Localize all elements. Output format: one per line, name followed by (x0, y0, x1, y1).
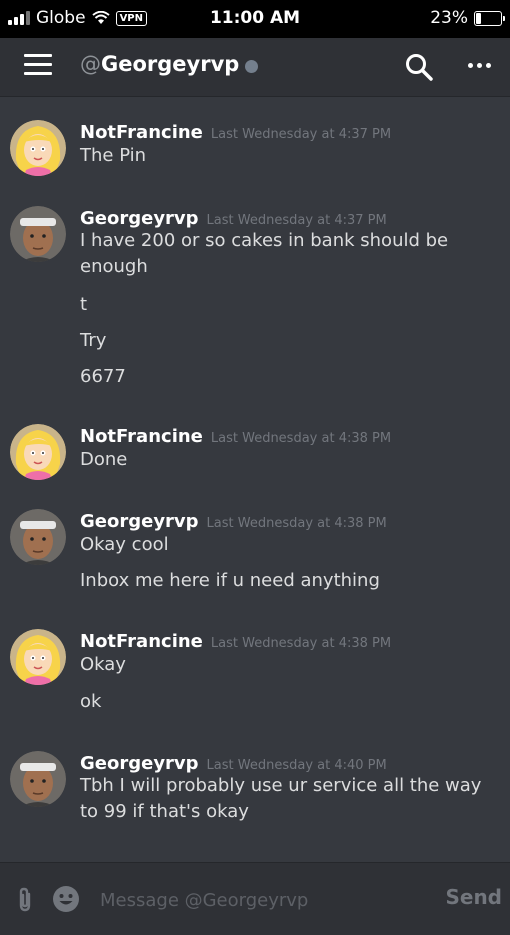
search-icon[interactable] (404, 52, 434, 82)
message-text: Okay cool (80, 534, 169, 555)
message-text: I have 200 or so cakes in bank should be… (80, 230, 449, 277)
message-header: NotFrancine Last Wednesday at 4:37 PM (80, 122, 391, 143)
message-composer: Send (0, 862, 510, 935)
message-text: Inbox me here if u need anything (80, 570, 380, 591)
message-header: Georgeyrvp Last Wednesday at 4:38 PM (80, 511, 387, 532)
message-input[interactable] (98, 885, 432, 915)
message-text: The Pin (80, 145, 147, 166)
emoji-icon[interactable] (52, 885, 80, 913)
user-avatar[interactable] (10, 424, 66, 480)
message-text: t (80, 294, 88, 315)
status-right: 23% (430, 8, 505, 28)
message-header: NotFrancine Last Wednesday at 4:38 PM (80, 426, 391, 447)
message-timestamp: Last Wednesday at 4:38 PM (210, 431, 392, 446)
message-timestamp: Last Wednesday at 4:37 PM (206, 213, 387, 228)
message-text: 6677 (80, 366, 126, 387)
battery-percent: 23% (430, 8, 468, 28)
at-symbol: @ (80, 52, 101, 76)
user-avatar[interactable] (10, 120, 66, 176)
dm-title: @ Georgeyrvp (80, 52, 259, 76)
author-name[interactable]: Georgeyrvp (80, 511, 199, 532)
dm-username: Georgeyrvp (101, 52, 240, 76)
battery-icon (474, 10, 505, 26)
message-header: NotFrancine Last Wednesday at 4:38 PM (80, 631, 391, 652)
message-timestamp: Last Wednesday at 4:40 PM (206, 758, 387, 773)
author-name[interactable]: Georgeyrvp (80, 753, 199, 774)
author-name[interactable]: NotFrancine (80, 426, 203, 447)
author-name[interactable]: NotFrancine (80, 631, 203, 652)
hamburger-icon[interactable] (24, 54, 52, 78)
attach-icon[interactable] (14, 887, 36, 913)
message-header: Georgeyrvp Last Wednesday at 4:40 PM (80, 753, 387, 774)
battery-fill (476, 12, 481, 24)
message-text: ok (80, 691, 102, 712)
author-name[interactable]: Georgeyrvp (80, 208, 199, 229)
channel-header: @ Georgeyrvp (0, 38, 510, 97)
message-text: Tbh I will probably use ur service all t… (80, 775, 482, 822)
message-text: Try (80, 330, 107, 351)
user-avatar[interactable] (10, 751, 66, 807)
presence-indicator (245, 59, 259, 73)
message-header: Georgeyrvp Last Wednesday at 4:37 PM (80, 208, 387, 229)
user-avatar[interactable] (10, 509, 66, 565)
author-name[interactable]: NotFrancine (80, 122, 203, 143)
message-text: Done (80, 449, 128, 470)
more-icon[interactable] (468, 63, 491, 68)
user-avatar[interactable] (10, 206, 66, 262)
message-timestamp: Last Wednesday at 4:38 PM (206, 516, 387, 531)
user-avatar[interactable] (10, 629, 66, 685)
send-button[interactable]: Send (445, 885, 502, 909)
message-timestamp: Last Wednesday at 4:37 PM (210, 127, 392, 142)
message-timestamp: Last Wednesday at 4:38 PM (210, 636, 392, 651)
status-bar: Globe VPN 11:00 AM 23% (0, 0, 510, 38)
message-text: Okay (80, 654, 126, 675)
